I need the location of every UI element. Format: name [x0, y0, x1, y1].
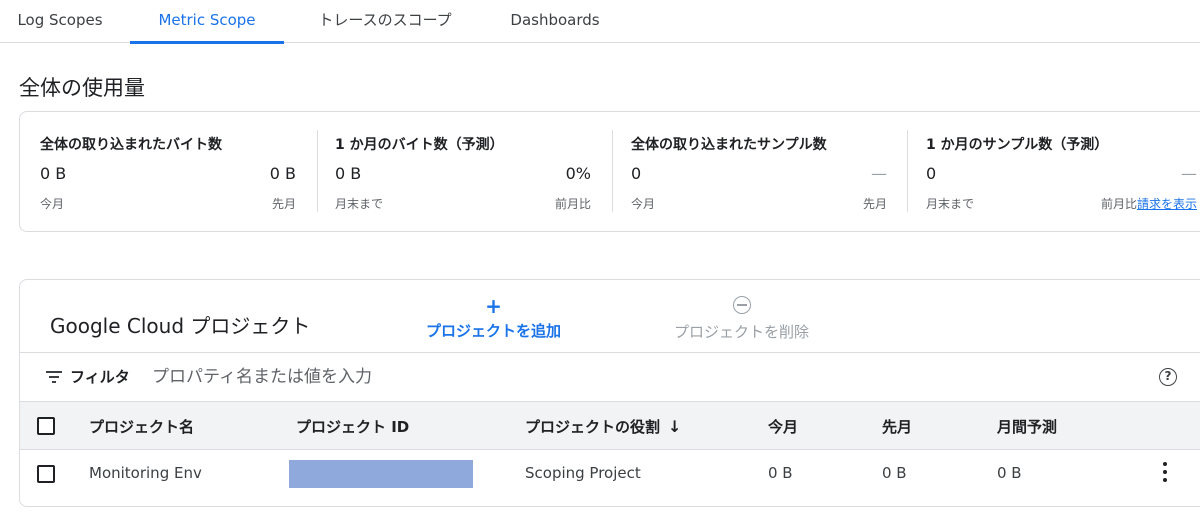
table-header: プロジェクト名 プロジェクト ID プロジェクトの役割 ↓ 今月 先月 月間予測	[20, 401, 1200, 449]
metric-compare-label: 前月比	[1100, 197, 1137, 211]
usage-card: 全体の取り込まれたバイト数 0 B 0 B 今月 先月 1 か月のバイト数（予測…	[19, 111, 1200, 232]
project-name-cell: Monitoring Env	[89, 464, 202, 482]
metric-compare-value: 0 B	[269, 164, 296, 183]
project-id-redacted	[289, 460, 473, 488]
column-header-last-month[interactable]: 先月	[882, 416, 912, 437]
remove-circle-icon	[674, 296, 809, 317]
tab-dashboards[interactable]: Dashboards	[490, 0, 620, 43]
metric-compare-value: 0%	[565, 164, 591, 183]
metric-value: 0 B	[335, 164, 362, 183]
plus-icon: +	[485, 294, 502, 318]
metric-title: 全体の取り込まれたバイト数	[40, 137, 222, 153]
metric-ingested-samples: 全体の取り込まれたサンプル数 0 — 今月 先月	[611, 112, 907, 231]
column-header-monthly-forecast[interactable]: 月間予測	[997, 416, 1057, 437]
metric-sub-label: 月末まで	[335, 197, 384, 211]
forecast-cell: 0 B	[997, 464, 1022, 482]
filter-bar: フィルタ ?	[20, 352, 1200, 401]
column-header-this-month[interactable]: 今月	[768, 416, 798, 437]
projects-card: Google Cloud プロジェクト + プロジェクトを追加 プロジェクトを削…	[19, 279, 1200, 507]
filter-label: フィルタ	[70, 368, 130, 386]
sort-descending-icon: ↓	[668, 417, 682, 436]
column-header-project-role[interactable]: プロジェクトの役割 ↓	[525, 416, 681, 437]
metric-title: 1 か月のサンプル数（予測）	[926, 137, 1109, 153]
row-checkbox[interactable]	[37, 465, 55, 483]
column-header-project-name[interactable]: プロジェクト名	[89, 416, 194, 437]
filter-input[interactable]	[152, 363, 752, 391]
metric-ingested-bytes: 全体の取り込まれたバイト数 0 B 0 B 今月 先月	[20, 112, 316, 231]
metric-sub-label: 今月	[631, 197, 656, 211]
metric-compare-label: 先月	[271, 197, 296, 211]
metric-value: 0 B	[40, 164, 67, 183]
last-month-cell: 0 B	[882, 464, 907, 482]
metric-sub-label: 月末まで	[926, 197, 975, 211]
tab-log-scopes[interactable]: Log Scopes	[0, 0, 120, 43]
metric-monthly-bytes-forecast: 1 か月のバイト数（予測） 0 B 0% 月末まで 前月比	[315, 112, 611, 231]
tab-trace-scope[interactable]: トレースのスコープ	[296, 0, 474, 43]
metric-value: 0	[926, 164, 937, 183]
metric-compare-label: 先月	[862, 197, 887, 211]
metric-compare-value: —	[1181, 164, 1197, 183]
metric-compare-label: 前月比	[554, 197, 591, 211]
projects-title: Google Cloud プロジェクト	[50, 314, 311, 338]
active-tab-indicator	[130, 41, 284, 44]
delete-project-button[interactable]: プロジェクトを削除	[674, 296, 809, 342]
usage-section-title: 全体の使用量	[19, 76, 145, 100]
help-icon[interactable]: ?	[1159, 368, 1177, 386]
metric-compare-value: —	[871, 164, 887, 183]
metric-title: 1 か月のバイト数（予測）	[335, 137, 504, 153]
metric-title: 全体の取り込まれたサンプル数	[631, 137, 827, 153]
view-billing-link[interactable]: 請求を表示	[1137, 197, 1197, 211]
add-project-label: プロジェクトを追加	[426, 322, 562, 340]
table-row[interactable]: Monitoring Env Scoping Project 0 B 0 B 0…	[20, 449, 1200, 497]
metric-compare-group: 前月比請求を表示	[1101, 195, 1197, 212]
tab-bar: Log Scopes Metric Scope トレースのスコープ Dashbo…	[0, 0, 1200, 44]
metric-monthly-samples-forecast: 1 か月のサンプル数（予測） 0 — 月末まで 前月比請求を表示	[906, 112, 1200, 231]
add-project-button[interactable]: + プロジェクトを追加	[426, 296, 561, 341]
metric-sub-label: 今月	[40, 197, 65, 211]
more-options-icon[interactable]	[1160, 460, 1170, 484]
metric-value: 0	[631, 164, 642, 183]
select-all-checkbox[interactable]	[37, 417, 55, 435]
tab-metric-scope[interactable]: Metric Scope	[130, 0, 284, 44]
project-role-cell: Scoping Project	[525, 464, 641, 482]
filter-icon[interactable]	[46, 371, 62, 383]
delete-project-label: プロジェクトを削除	[674, 323, 810, 341]
this-month-cell: 0 B	[768, 464, 793, 482]
column-header-project-id[interactable]: プロジェクト ID	[296, 416, 409, 437]
